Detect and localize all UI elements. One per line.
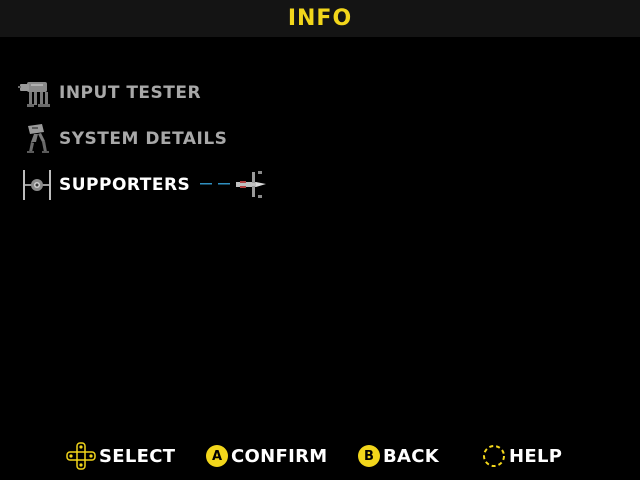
hint-label: BACK <box>383 445 440 467</box>
hint-label: CONFIRM <box>231 445 328 467</box>
hint-help[interactable]: HELP <box>482 440 562 472</box>
at-at-walker-icon <box>18 76 56 110</box>
menu-item-system-details[interactable]: SYSTEM DETAILS <box>18 122 227 156</box>
menu-item-supporters[interactable]: SUPPORTERS <box>18 168 276 202</box>
hint-label: SELECT <box>99 445 176 467</box>
dashed-circle-icon <box>482 444 506 468</box>
menu-item-input-tester[interactable]: INPUT TESTER <box>18 76 201 110</box>
button-hints-bar: SELECT A CONFIRM B BACK HELP <box>0 440 640 472</box>
hint-confirm[interactable]: A CONFIRM <box>206 440 327 472</box>
hint-back[interactable]: B BACK <box>358 440 439 472</box>
menu-item-label: SUPPORTERS <box>59 175 191 195</box>
menu-item-label: INPUT TESTER <box>59 83 202 103</box>
page-title: INFO <box>287 6 353 31</box>
hint-select[interactable]: SELECT <box>66 440 175 472</box>
info-screen: INFO INPUT TESTER SYSTEM DETAILS SUPPORT… <box>0 0 640 480</box>
selection-cursor <box>198 168 276 202</box>
x-wing-icon <box>200 171 267 198</box>
b-button-icon: B <box>358 445 380 467</box>
hint-label: HELP <box>509 445 563 467</box>
a-button-icon: A <box>206 445 228 467</box>
menu-item-label: SYSTEM DETAILS <box>59 129 228 149</box>
tie-fighter-icon <box>18 168 56 202</box>
at-st-walker-icon <box>18 122 56 156</box>
header-bar: INFO <box>0 0 640 37</box>
dpad-icon <box>66 442 96 470</box>
